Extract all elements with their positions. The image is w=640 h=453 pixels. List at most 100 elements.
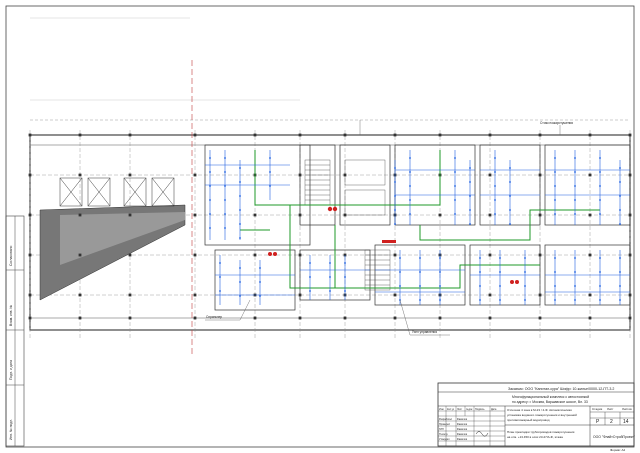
side-stamp-label: Согласовано — [9, 245, 13, 266]
sheet-name-line: Отсечная 4 зона в М-23 / 4-Ф. Автоматиче… — [507, 408, 572, 412]
column — [78, 213, 82, 217]
sprinkler-head — [554, 199, 556, 201]
column — [538, 316, 542, 320]
sprinkler-head — [239, 167, 241, 169]
column — [488, 293, 492, 297]
side-stamp: Инв. № подл. Подп. и дата Взам. инв. № С… — [5, 215, 25, 447]
role-name: Фамилия — [457, 438, 468, 441]
sprinkler-head — [469, 167, 471, 169]
column — [193, 293, 197, 297]
callout-text: Стояк пожаротушения — [540, 121, 573, 125]
stage-value: Р — [596, 419, 600, 425]
sprinkler-head — [259, 267, 261, 269]
sprinkler-head — [239, 181, 241, 183]
role-name: Фамилия — [457, 433, 468, 436]
sprinkler-head — [524, 257, 526, 259]
sprinkler-head — [599, 299, 601, 301]
sprinkler-head — [239, 209, 241, 211]
sprinkler-head — [599, 199, 601, 201]
column — [28, 293, 32, 297]
sprinkler-head — [399, 271, 401, 273]
project-line: по адресу: г. Москва, Варшавское шоссе, … — [512, 400, 588, 404]
column — [253, 253, 257, 257]
rev-header: Изм. — [439, 408, 444, 411]
sprinkler-head — [399, 257, 401, 259]
sprinkler-head — [554, 257, 556, 259]
column — [193, 213, 197, 217]
sprinkler-head — [439, 257, 441, 259]
sprinkler-head — [454, 185, 456, 187]
column — [78, 133, 82, 137]
column — [298, 253, 302, 257]
sprinkler-head — [494, 157, 496, 159]
sprinkler-head — [259, 281, 261, 283]
sheet-label: Лист — [607, 407, 614, 411]
sprinkler-head — [309, 262, 311, 264]
sprinkler-head — [554, 271, 556, 273]
sprinkler-head — [259, 295, 261, 297]
sprinkler-head — [394, 223, 396, 225]
drawing-sheet: Инв. № подл. Подп. и дата Взам. инв. № С… — [5, 5, 636, 452]
sprinkler-head — [554, 185, 556, 187]
sprinkler-head — [479, 257, 481, 259]
column — [128, 293, 132, 297]
column — [538, 173, 542, 177]
leader-lines — [205, 120, 561, 336]
column — [78, 316, 82, 320]
header-line: Заказчик: ООО "Капитал-сура" Шифр: 10-жи… — [508, 387, 614, 391]
sheet-value: 2 — [610, 419, 613, 425]
sprinkler-head — [394, 181, 396, 183]
sprinkler-head — [509, 195, 511, 197]
sprinkler-head — [494, 185, 496, 187]
role-label: Проверил — [439, 423, 451, 426]
column — [393, 293, 397, 297]
sprinkler-head — [209, 157, 211, 159]
marker — [327, 206, 333, 212]
sprinkler-head — [224, 185, 226, 187]
sprinkler-head — [219, 276, 221, 278]
column — [128, 316, 132, 320]
role-label: Н.контр. — [439, 433, 449, 436]
marker — [273, 252, 277, 256]
column — [488, 213, 492, 217]
role-label: Разработал — [439, 418, 453, 421]
sprinkler-head — [509, 181, 511, 183]
side-stamp-label: Подп. и дата — [9, 360, 13, 380]
sprinkler-head — [499, 271, 501, 273]
sprinkler-head — [329, 290, 331, 292]
column — [438, 133, 442, 137]
sprinkler-head — [209, 185, 211, 187]
sheets-label: Листов — [622, 407, 632, 411]
marker — [510, 280, 514, 284]
rev-header: Подпись — [475, 408, 485, 411]
callout-text: Спринклер — [206, 315, 222, 319]
sheet-name-line: установка водяного пожаротушения и внутр… — [507, 413, 577, 417]
sprinkler-head — [239, 267, 241, 269]
marker-group — [268, 206, 519, 284]
column — [628, 316, 632, 320]
column — [253, 133, 257, 137]
sprinkler-head — [309, 276, 311, 278]
sprinkler-head — [224, 213, 226, 215]
column — [588, 316, 592, 320]
sprinkler-head — [469, 223, 471, 225]
sprinkler-head — [409, 213, 411, 215]
sprinkler-head — [554, 213, 556, 215]
sprinkler-head — [269, 157, 271, 159]
sprinkler-head — [509, 223, 511, 225]
column — [488, 173, 492, 177]
column — [193, 173, 197, 177]
sprinkler-head — [409, 199, 411, 201]
sprinkler-head — [239, 237, 241, 239]
side-stamp-label: Инв. № подл. — [9, 419, 13, 440]
format-label: Формат А2 — [610, 448, 625, 452]
column — [78, 293, 82, 297]
sprinkler-head — [224, 199, 226, 201]
sprinkler-head — [619, 209, 621, 211]
sprinkler-head — [524, 285, 526, 287]
column — [28, 173, 32, 177]
column — [488, 133, 492, 137]
sprinkler-head — [574, 285, 576, 287]
column — [78, 253, 82, 257]
sprinkler-head — [454, 157, 456, 159]
